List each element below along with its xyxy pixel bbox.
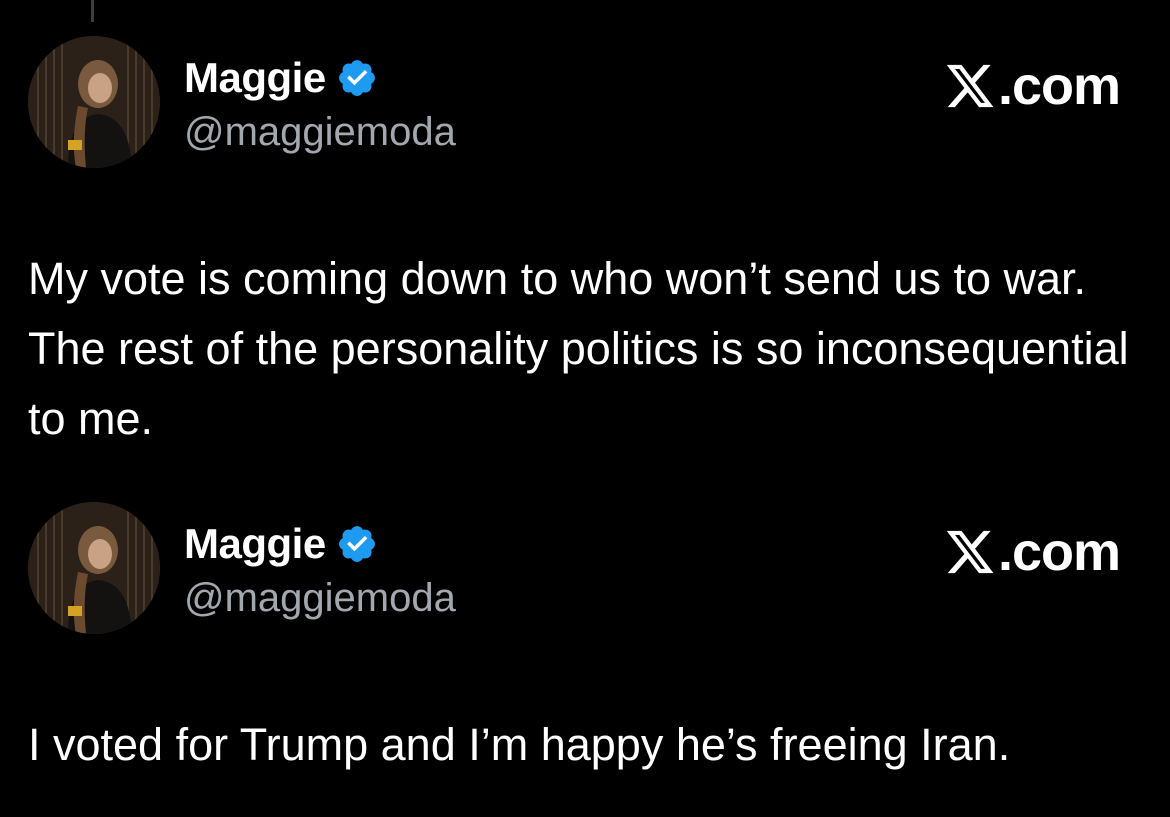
brand-watermark: .com xyxy=(943,56,1121,116)
x-logo-icon xyxy=(946,530,994,574)
x-logo-icon xyxy=(946,64,994,108)
author-display-name[interactable]: Maggie xyxy=(184,54,326,102)
author-handle[interactable]: @maggiemoda xyxy=(184,576,456,621)
author-display-name[interactable]: Maggie xyxy=(184,520,326,568)
brand-watermark: .com xyxy=(943,522,1121,582)
author-handle[interactable]: @maggiemoda xyxy=(184,110,456,155)
verified-badge-icon xyxy=(338,526,375,562)
verified-badge-icon xyxy=(338,60,375,96)
thread-connector-line xyxy=(91,0,94,22)
tweet-text: I voted for Trump and I’m happy he’s fre… xyxy=(28,719,1011,770)
brand-domain-suffix: .com xyxy=(997,522,1121,582)
avatar[interactable] xyxy=(28,502,160,634)
avatar[interactable] xyxy=(28,36,160,168)
author-name-row: Maggie xyxy=(184,52,378,104)
author-name-row: Maggie xyxy=(184,518,378,570)
brand-domain-suffix: .com xyxy=(997,56,1121,116)
tweet-text: My vote is coming down to who won’t send… xyxy=(28,253,1129,444)
